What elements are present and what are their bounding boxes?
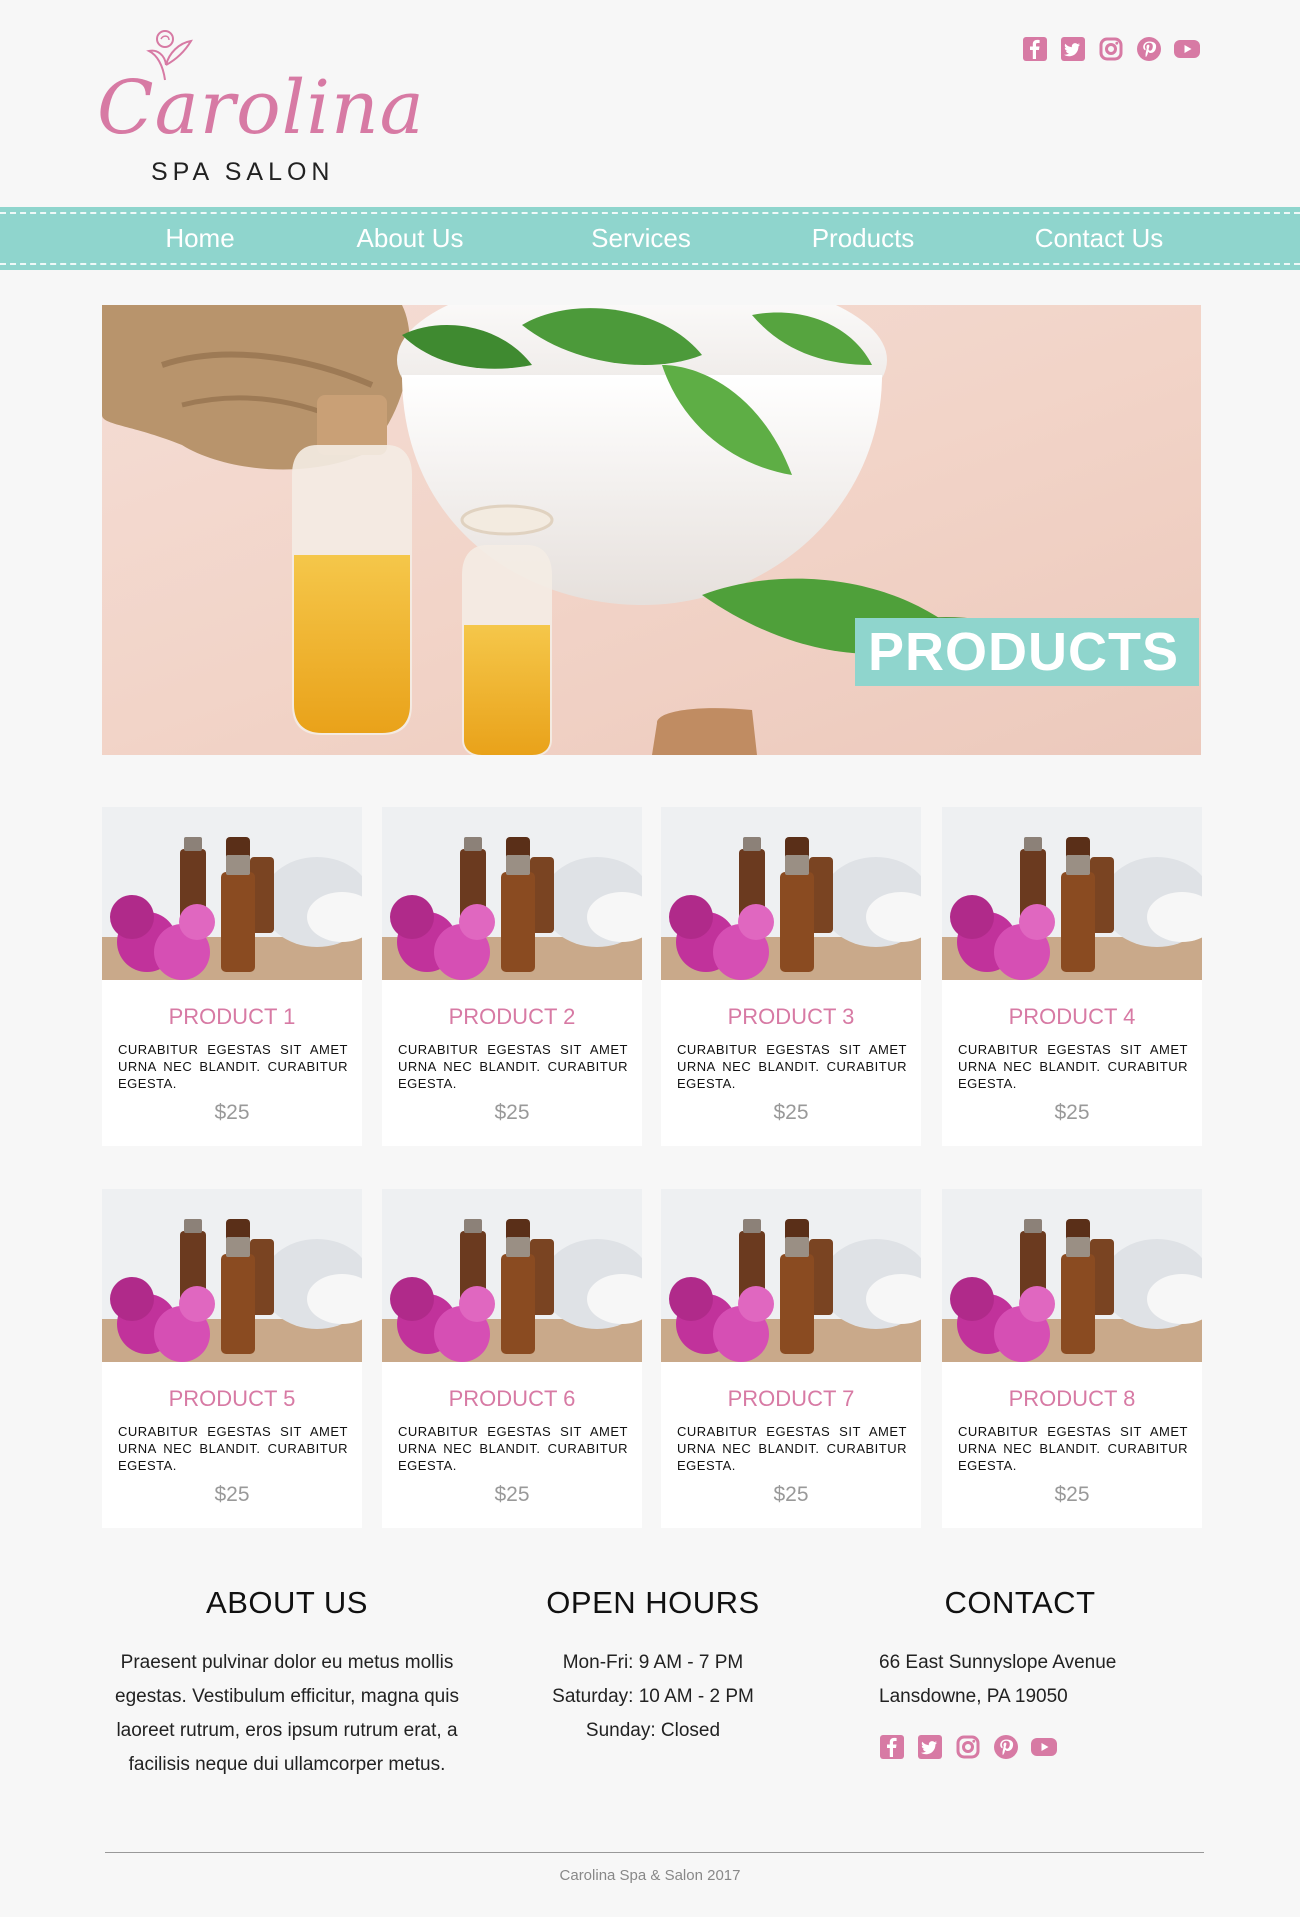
- instagram-icon[interactable]: [1098, 36, 1124, 62]
- footer-hours: OPEN HOURS Mon-Fri: 9 AM - 7 PM Saturday…: [503, 1585, 803, 1748]
- social-links-footer: [870, 1734, 1170, 1760]
- product-price: $25: [1054, 1483, 1090, 1506]
- hours-weekdays: Mon-Fri: 9 AM - 7 PM: [562, 1652, 744, 1673]
- product-name: PRODUCT 6: [448, 1386, 576, 1411]
- nav-products[interactable]: Products: [812, 207, 915, 270]
- social-links-top: [1022, 36, 1200, 62]
- pinterest-icon[interactable]: [993, 1734, 1019, 1760]
- instagram-icon[interactable]: [955, 1734, 981, 1760]
- nav-home[interactable]: Home: [165, 207, 234, 270]
- product-price: $25: [494, 1101, 530, 1124]
- pinterest-icon[interactable]: [1136, 36, 1162, 62]
- product-image: [661, 1189, 921, 1362]
- nav-services[interactable]: Services: [591, 207, 691, 270]
- product-image: [102, 807, 362, 980]
- brand-tagline: SPA SALON: [151, 158, 335, 186]
- site-header: Carolina SPA SALON: [0, 0, 1300, 207]
- facebook-icon[interactable]: [1022, 36, 1048, 62]
- footer-contact-title: CONTACT: [944, 1585, 1096, 1620]
- product-description: Curabitur egestas sit amet urna nec blan…: [118, 1424, 348, 1473]
- product-description: Curabitur egestas sit amet urna nec blan…: [118, 1042, 348, 1091]
- product-image: [382, 1189, 642, 1362]
- youtube-icon[interactable]: [1031, 1734, 1057, 1760]
- hours-saturday: Saturday: 10 AM - 2 PM: [552, 1686, 754, 1707]
- product-card[interactable]: PRODUCT 5 Curabitur egestas sit amet urn…: [102, 1189, 362, 1528]
- footer-about: ABOUT US Praesent pulvinar dolor eu metu…: [112, 1585, 462, 1782]
- product-price: $25: [214, 1101, 250, 1124]
- product-description: Curabitur egestas sit amet urna nec blan…: [677, 1042, 907, 1091]
- footer-about-text: Praesent pulvinar dolor eu metus mollis …: [115, 1652, 459, 1775]
- product-card[interactable]: PRODUCT 7 Curabitur egestas sit amet urn…: [661, 1189, 921, 1528]
- product-card[interactable]: PRODUCT 4 Curabitur egestas sit amet urn…: [942, 807, 1202, 1146]
- address-city: Lansdowne, PA 19050: [879, 1686, 1068, 1707]
- product-price: $25: [773, 1101, 809, 1124]
- facebook-icon[interactable]: [879, 1734, 905, 1760]
- hero-label: PRODUCTS: [855, 618, 1199, 686]
- youtube-icon[interactable]: [1174, 36, 1200, 62]
- product-name: PRODUCT 4: [1008, 1004, 1136, 1029]
- product-description: Curabitur egestas sit amet urna nec blan…: [398, 1424, 628, 1473]
- address-street: 66 East Sunnyslope Avenue: [879, 1652, 1117, 1673]
- product-price: $25: [494, 1483, 530, 1506]
- product-image: [942, 1189, 1202, 1362]
- product-card[interactable]: PRODUCT 2 Curabitur egestas sit amet urn…: [382, 807, 642, 1146]
- footer-hours-title: OPEN HOURS: [546, 1585, 760, 1620]
- twitter-icon[interactable]: [1060, 36, 1086, 62]
- product-name: PRODUCT 5: [168, 1386, 296, 1411]
- product-card[interactable]: PRODUCT 3 Curabitur egestas sit amet urn…: [661, 807, 921, 1146]
- product-price: $25: [1054, 1101, 1090, 1124]
- hero-image: [102, 305, 1102, 755]
- product-description: Curabitur egestas sit amet urna nec blan…: [958, 1424, 1188, 1473]
- product-card[interactable]: PRODUCT 6 Curabitur egestas sit amet urn…: [382, 1189, 642, 1528]
- product-card[interactable]: PRODUCT 1 Curabitur egestas sit amet urn…: [102, 807, 362, 1146]
- product-card[interactable]: PRODUCT 8 Curabitur egestas sit amet urn…: [942, 1189, 1202, 1528]
- product-image: [382, 807, 642, 980]
- nav-contact-us[interactable]: Contact Us: [1035, 207, 1164, 270]
- hours-sunday: Sunday: Closed: [585, 1720, 721, 1741]
- footer-about-title: ABOUT US: [206, 1585, 368, 1620]
- main-nav: Home About Us Services Products Contact …: [0, 207, 1300, 270]
- product-description: Curabitur egestas sit amet urna nec blan…: [958, 1042, 1188, 1091]
- brand-name: Carolina: [97, 65, 425, 151]
- product-name: PRODUCT 2: [448, 1004, 576, 1029]
- product-description: Curabitur egestas sit amet urna nec blan…: [677, 1424, 907, 1473]
- footer-divider: [105, 1852, 1204, 1853]
- product-name: PRODUCT 1: [168, 1004, 296, 1029]
- product-description: Curabitur egestas sit amet urna nec blan…: [398, 1042, 628, 1091]
- copyright: Carolina Spa & Salon 2017: [559, 1867, 741, 1884]
- product-image: [102, 1189, 362, 1362]
- product-image: [661, 807, 921, 980]
- product-name: PRODUCT 8: [1008, 1386, 1136, 1411]
- hero-banner: PRODUCTS: [102, 305, 1201, 755]
- product-name: PRODUCT 3: [727, 1004, 855, 1029]
- logo[interactable]: Carolina SPA SALON: [95, 25, 424, 190]
- product-name: PRODUCT 7: [727, 1386, 855, 1411]
- product-price: $25: [773, 1483, 809, 1506]
- twitter-icon[interactable]: [917, 1734, 943, 1760]
- footer-contact: CONTACT 66 East Sunnyslope Avenue Lansdo…: [870, 1585, 1170, 1760]
- product-price: $25: [214, 1483, 250, 1506]
- nav-about-us[interactable]: About Us: [357, 207, 464, 270]
- product-image: [942, 807, 1202, 980]
